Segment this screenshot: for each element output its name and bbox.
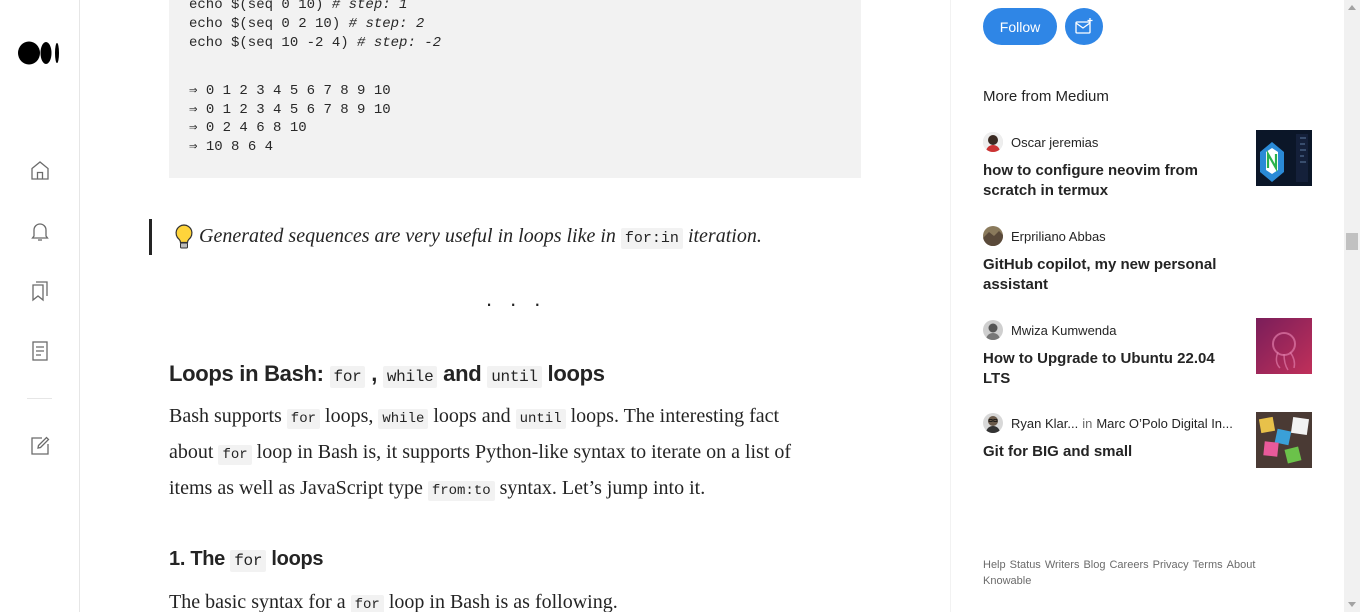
story-thumbnail[interactable]: [1256, 130, 1312, 186]
story-author[interactable]: Mwiza Kumwenda: [1011, 323, 1117, 338]
story-title[interactable]: GitHub copilot, my new personal assistan…: [983, 255, 1233, 295]
code-line: echo $(seq 10 -2 4) # step: -2: [189, 35, 442, 51]
author-avatar: [983, 132, 1003, 152]
code-line: echo $(seq 0 2 10) # step: 2: [189, 16, 425, 32]
paragraph-line: The basic syntax for a for loop in Bash …: [169, 591, 849, 612]
section-separator: ...: [486, 286, 559, 311]
sub-heading: 1. The for loops: [169, 548, 324, 572]
story-title[interactable]: Git for BIG and small: [983, 442, 1233, 462]
footer-link-about[interactable]: About: [1227, 559, 1256, 571]
scrollbar-thumb[interactable]: [1346, 233, 1358, 250]
footer-link-status[interactable]: Status: [1010, 559, 1041, 571]
story-author[interactable]: Oscar jeremias: [1011, 135, 1098, 150]
code-output-line: ⇒ 0 2 4 6 8 10: [189, 120, 307, 136]
code-output-line: ⇒ 0 1 2 3 4 5 6 7 8 9 10: [189, 102, 391, 118]
scroll-up-arrow-icon[interactable]: [1348, 5, 1356, 10]
follow-button[interactable]: Follow: [983, 8, 1057, 45]
page-scrollbar[interactable]: [1344, 0, 1360, 612]
left-navigation: [0, 0, 80, 612]
footer-link-help[interactable]: Help: [983, 559, 1006, 571]
story-author[interactable]: Erpriliano Abbas: [1011, 229, 1106, 244]
code-block: echo $(seq 0 10) # step: 1 echo $(seq 0 …: [169, 0, 861, 178]
footer-link-careers[interactable]: Careers: [1109, 559, 1148, 571]
code-line: echo $(seq 0 10) # step: 1: [189, 0, 408, 13]
footer-link-blog[interactable]: Blog: [1083, 559, 1105, 571]
blockquote: Generated sequences are very useful in l…: [149, 219, 852, 255]
write-icon[interactable]: [28, 434, 52, 458]
home-icon[interactable]: [28, 158, 52, 182]
in-label: in: [1082, 416, 1093, 431]
author-name[interactable]: Ryan Klar...: [1011, 416, 1078, 431]
medium-logo[interactable]: [18, 41, 62, 65]
stories-icon[interactable]: [28, 339, 52, 363]
article-body: echo $(seq 0 10) # step: 1 echo $(seq 0 …: [80, 0, 949, 612]
publication-name[interactable]: Marc O’Polo Digital In...: [1096, 416, 1233, 431]
footer-link-terms[interactable]: Terms: [1193, 559, 1223, 571]
paragraph-line: about for loop in Bash is, it supports P…: [169, 441, 792, 465]
paragraph-line: items as well as JavaScript type from:to…: [169, 477, 706, 501]
code-output-line: ⇒ 0 1 2 3 4 5 6 7 8 9 10: [189, 83, 391, 99]
notifications-icon[interactable]: [28, 219, 52, 243]
nav-divider: [27, 398, 52, 399]
quote-text: Generated sequences are very useful in l…: [199, 225, 762, 249]
more-from-medium-title: More from Medium: [983, 88, 1109, 105]
footer-link-knowable[interactable]: Knowable: [983, 575, 1031, 587]
story-author: Ryan Klar... in Marc O’Polo Digital In...: [1011, 416, 1233, 431]
story-thumbnail[interactable]: [1256, 318, 1312, 374]
footer-link-privacy[interactable]: Privacy: [1153, 559, 1189, 571]
scroll-down-arrow-icon[interactable]: [1348, 602, 1356, 607]
story-title[interactable]: how to configure neovim from scratch in …: [983, 161, 1233, 201]
story-thumbnail[interactable]: [1256, 412, 1312, 468]
lightbulb-icon: [174, 224, 194, 250]
lists-icon[interactable]: [28, 279, 52, 303]
code-output-line: ⇒ 10 8 6 4: [189, 139, 274, 155]
section-heading: Loops in Bash: for , while and until loo…: [169, 361, 605, 388]
mail-plus-icon: [1075, 17, 1093, 34]
author-avatar: [983, 413, 1003, 433]
footer-link-writers[interactable]: Writers: [1045, 559, 1080, 571]
subscribe-button[interactable]: [1065, 8, 1103, 45]
sidebar-footer: Help Status Writers Blog Careers Privacy Terms…: [983, 557, 1283, 589]
right-sidebar: Follow More from Medium Oscar jeremias h…: [950, 0, 1345, 612]
story-title[interactable]: How to Upgrade to Ubuntu 22.04 LTS: [983, 349, 1233, 389]
author-avatar: [983, 320, 1003, 340]
author-avatar: [983, 226, 1003, 246]
paragraph-line: Bash supports for loops, while loops and…: [169, 405, 780, 429]
